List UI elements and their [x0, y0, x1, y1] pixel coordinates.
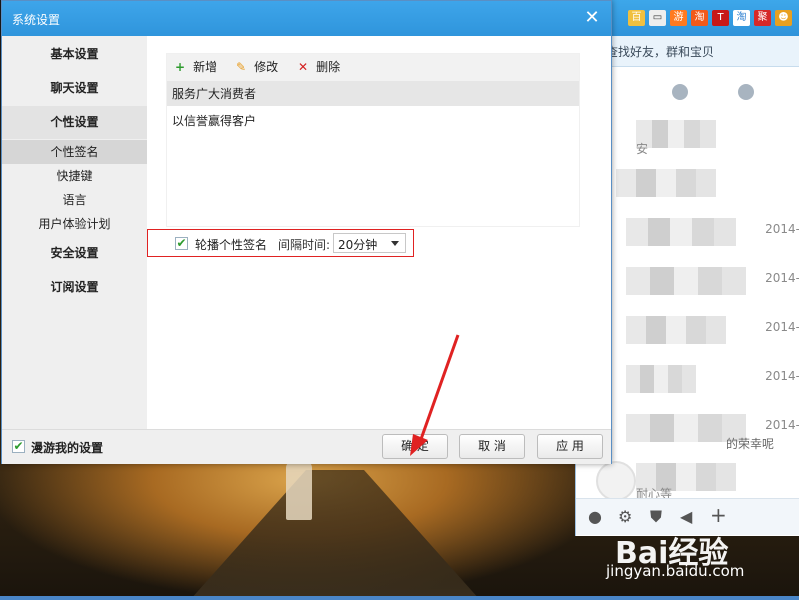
contact-date: 2014- [765, 418, 799, 432]
contact-tab-icon[interactable] [672, 84, 688, 100]
shield-icon[interactable]: ⛊ [650, 507, 662, 527]
plus-icon[interactable]: + [710, 503, 727, 527]
app-icon-tao[interactable]: 淘 [733, 10, 750, 26]
sidebar-subitem-signature[interactable]: 个性签名 [2, 140, 147, 164]
delete-label: 删除 [316, 60, 341, 74]
sidebar-subitem-ux-plan[interactable]: 用户体验计划 [2, 212, 147, 236]
sidebar-item-personal[interactable]: 个性设置 [2, 106, 147, 139]
settings-sidebar: 基本设置 聊天设置 个性设置 个性签名 快捷键 语言 用户体验计划 安全设置 订… [2, 36, 147, 429]
sidebar-item-basic[interactable]: 基本设置 [2, 38, 147, 71]
interval-value: 20分钟 [338, 238, 378, 252]
rotate-signature-highlight: ✔ 轮播个性签名 间隔时间: 20分钟 [147, 229, 414, 257]
qq-app-bar: 百 ▭ 游 淘 T 淘 聚 ☻ [628, 10, 792, 26]
chevron-down-icon [391, 241, 399, 246]
dialog-title: 系统设置 [12, 13, 61, 27]
blurred-name [626, 316, 726, 344]
dialog-titlebar: 系统设置 ✕ [2, 1, 611, 36]
edit-button[interactable]: ✎ 修改 [236, 54, 278, 81]
settings-dialog: 系统设置 ✕ 基本设置 聊天设置 个性设置 个性签名 快捷键 语言 用户体验计划… [1, 0, 612, 464]
signature-toolbar: + 新增 ✎ 修改 ✕ 删除 [167, 54, 579, 82]
add-button[interactable]: + 新增 [175, 54, 217, 81]
contact-date: 2014- [765, 320, 799, 334]
rotate-checkbox-label: 轮播个性签名 [195, 238, 268, 252]
dialog-footer: ✔ 漫游我的设置 确 定 取 消 应 用 [2, 429, 611, 464]
blurred-name [616, 169, 716, 197]
delete-x-icon: ✕ [298, 60, 309, 74]
avatar [596, 461, 636, 501]
app-icon-1[interactable]: 百 [628, 10, 645, 26]
pencil-icon: ✎ [236, 60, 247, 74]
contact-date: 2014- [765, 222, 799, 236]
blurred-name [626, 218, 736, 246]
gear-icon[interactable]: ⚙ [618, 507, 632, 526]
plus-icon: + [175, 60, 186, 74]
rotate-checkbox[interactable]: ✔ [175, 237, 188, 250]
speaker-icon[interactable]: ◀ [680, 507, 692, 526]
search-placeholder: 查找好友，群和宝贝 [606, 45, 715, 59]
blurred-name [626, 267, 746, 295]
taskbar-edge [0, 596, 799, 600]
app-icon-taobao[interactable]: 淘 [691, 10, 708, 26]
app-icon-face[interactable]: ☻ [775, 10, 792, 26]
contact-date: 2014- [765, 369, 799, 383]
interval-label: 间隔时间: [278, 238, 331, 252]
contact-snippet: 安 [636, 142, 649, 156]
wallpaper-person [286, 460, 312, 520]
signature-item-selected[interactable]: 服务广大消费者 [167, 82, 579, 106]
smile-icon[interactable]: ● [588, 507, 602, 526]
signature-item[interactable]: 以信誉赢得客户 [167, 109, 579, 133]
annotation-arrow [410, 334, 460, 456]
apply-button[interactable]: 应 用 [537, 434, 603, 459]
roam-label: 漫游我的设置 [31, 441, 104, 455]
sidebar-subitem-language[interactable]: 语言 [2, 188, 147, 212]
contact-date: 2014- [765, 271, 799, 285]
close-icon[interactable]: ✕ [581, 7, 603, 29]
app-icon-tencent[interactable]: T [712, 10, 729, 26]
roam-checkbox[interactable]: ✔ [12, 440, 25, 453]
contact-snippet: 的荣幸呢 [726, 437, 775, 451]
sidebar-item-chat[interactable]: 聊天设置 [2, 72, 147, 105]
settings-main: + 新增 ✎ 修改 ✕ 删除 服务广大消费者 以信誉赢得客户 ✔ 轮播个性签名 间隔时… [147, 36, 611, 429]
blurred-name [626, 365, 696, 393]
baidu-watermark-url: jingyan.baidu.com [606, 562, 745, 580]
delete-button[interactable]: ✕ 删除 [298, 54, 340, 81]
app-icon-message[interactable]: ▭ [649, 10, 666, 26]
interval-select[interactable]: 20分钟 [333, 233, 406, 253]
sidebar-subitem-hotkey[interactable]: 快捷键 [2, 164, 147, 188]
group-tab-icon[interactable] [738, 84, 754, 100]
dialog-body: 基本设置 聊天设置 个性设置 个性签名 快捷键 语言 用户体验计划 安全设置 订… [2, 36, 611, 464]
app-icon-game[interactable]: 游 [670, 10, 687, 26]
sidebar-item-subscription[interactable]: 订阅设置 [2, 271, 147, 304]
add-label: 新增 [193, 60, 218, 74]
app-icon-ju[interactable]: 聚 [754, 10, 771, 26]
signature-panel: + 新增 ✎ 修改 ✕ 删除 服务广大消费者 以信誉赢得客户 [166, 53, 580, 227]
sidebar-item-security[interactable]: 安全设置 [2, 237, 147, 270]
edit-label: 修改 [254, 60, 279, 74]
